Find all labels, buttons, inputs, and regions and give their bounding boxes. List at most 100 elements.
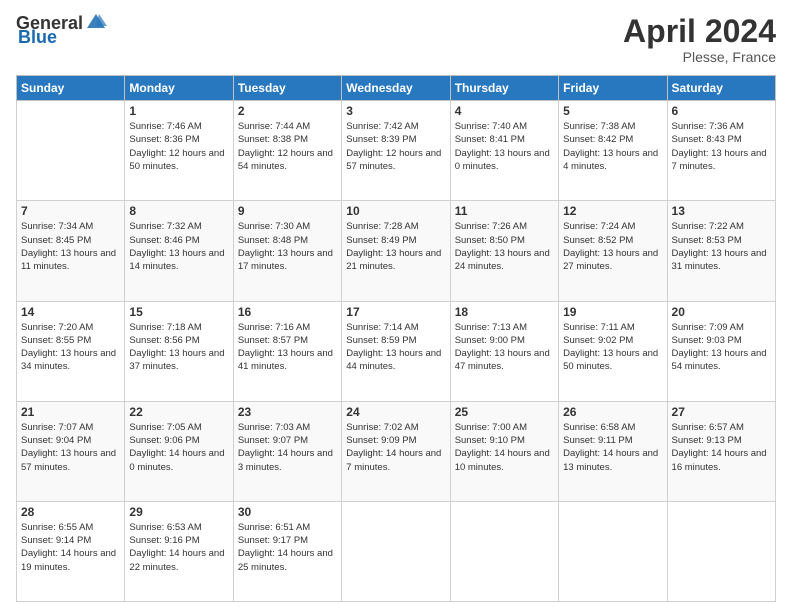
day-number: 17 <box>346 305 445 319</box>
day-info: Sunrise: 7:26 AMSunset: 8:50 PMDaylight:… <box>455 220 554 273</box>
week-row-1: 1 Sunrise: 7:46 AMSunset: 8:36 PMDaylight… <box>17 101 776 201</box>
day-info: Sunrise: 7:13 AMSunset: 9:00 PMDaylight:… <box>455 321 554 374</box>
header-row: SundayMondayTuesdayWednesdayThursdayFrid… <box>17 76 776 101</box>
day-number: 8 <box>129 204 228 218</box>
day-number: 5 <box>563 104 662 118</box>
calendar-cell: 16 Sunrise: 7:16 AMSunset: 8:57 PMDayligh… <box>233 301 341 401</box>
calendar-cell: 6 Sunrise: 7:36 AMSunset: 8:43 PMDaylight… <box>667 101 775 201</box>
day-header-friday: Friday <box>559 76 667 101</box>
day-number: 24 <box>346 405 445 419</box>
calendar-cell: 4 Sunrise: 7:40 AMSunset: 8:41 PMDaylight… <box>450 101 558 201</box>
calendar-cell: 1 Sunrise: 7:46 AMSunset: 8:36 PMDaylight… <box>125 101 233 201</box>
calendar-cell: 29 Sunrise: 6:53 AMSunset: 9:16 PMDayligh… <box>125 501 233 601</box>
calendar-cell <box>342 501 450 601</box>
week-row-2: 7Sunrise: 7:34 AMSunset: 8:45 PMDaylight… <box>17 201 776 301</box>
day-number: 27 <box>672 405 771 419</box>
day-info: Sunrise: 7:42 AMSunset: 8:39 PMDaylight:… <box>346 120 445 173</box>
day-info: Sunrise: 7:24 AMSunset: 8:52 PMDaylight:… <box>563 220 662 273</box>
day-info: Sunrise: 7:30 AMSunset: 8:48 PMDaylight:… <box>238 220 337 273</box>
page: General Blue April 2024 Plesse, France S… <box>0 0 792 612</box>
calendar-cell: 5Sunrise: 7:38 AMSunset: 8:42 PMDaylight… <box>559 101 667 201</box>
month-title: April 2024 <box>623 14 776 49</box>
day-number: 2 <box>238 104 337 118</box>
calendar-cell <box>450 501 558 601</box>
calendar-cell: 14Sunrise: 7:20 AMSunset: 8:55 PMDayligh… <box>17 301 125 401</box>
day-info: Sunrise: 7:36 AMSunset: 8:43 PMDaylight:… <box>672 120 771 173</box>
day-number: 15 <box>129 305 228 319</box>
calendar-cell: 19 Sunrise: 7:11 AMSunset: 9:02 PMDayligh… <box>559 301 667 401</box>
calendar-cell: 30Sunrise: 6:51 AMSunset: 9:17 PMDayligh… <box>233 501 341 601</box>
day-info: Sunrise: 7:28 AMSunset: 8:49 PMDaylight:… <box>346 220 445 273</box>
calendar-cell: 22Sunrise: 7:05 AMSunset: 9:06 PMDayligh… <box>125 401 233 501</box>
day-info: Sunrise: 7:44 AMSunset: 8:38 PMDaylight:… <box>238 120 337 173</box>
day-number: 29 <box>129 505 228 519</box>
day-number: 19 <box>563 305 662 319</box>
day-info: Sunrise: 7:20 AMSunset: 8:55 PMDaylight:… <box>21 321 120 374</box>
day-info: Sunrise: 7:07 AMSunset: 9:04 PMDaylight:… <box>21 421 120 474</box>
day-info: Sunrise: 7:34 AMSunset: 8:45 PMDaylight:… <box>21 220 120 273</box>
day-number: 9 <box>238 204 337 218</box>
day-header-saturday: Saturday <box>667 76 775 101</box>
week-row-4: 21 Sunrise: 7:07 AMSunset: 9:04 PMDayligh… <box>17 401 776 501</box>
day-info: Sunrise: 6:55 AMSunset: 9:14 PMDaylight:… <box>21 521 120 574</box>
calendar-cell: 20Sunrise: 7:09 AMSunset: 9:03 PMDayligh… <box>667 301 775 401</box>
day-info: Sunrise: 7:40 AMSunset: 8:41 PMDaylight:… <box>455 120 554 173</box>
day-header-tuesday: Tuesday <box>233 76 341 101</box>
day-number: 12 <box>563 204 662 218</box>
day-number: 18 <box>455 305 554 319</box>
calendar-cell: 11Sunrise: 7:26 AMSunset: 8:50 PMDayligh… <box>450 201 558 301</box>
calendar-cell <box>559 501 667 601</box>
calendar-table: SundayMondayTuesdayWednesdayThursdayFrid… <box>16 75 776 602</box>
calendar-cell: 24 Sunrise: 7:02 AMSunset: 9:09 PMDayligh… <box>342 401 450 501</box>
day-info: Sunrise: 7:11 AMSunset: 9:02 PMDaylight:… <box>563 321 662 374</box>
calendar-cell: 9 Sunrise: 7:30 AMSunset: 8:48 PMDaylight… <box>233 201 341 301</box>
header: General Blue April 2024 Plesse, France <box>16 14 776 65</box>
day-info: Sunrise: 7:02 AMSunset: 9:09 PMDaylight:… <box>346 421 445 474</box>
location-subtitle: Plesse, France <box>623 49 776 65</box>
day-info: Sunrise: 6:58 AMSunset: 9:11 PMDaylight:… <box>563 421 662 474</box>
day-number: 25 <box>455 405 554 419</box>
day-info: Sunrise: 7:32 AMSunset: 8:46 PMDaylight:… <box>129 220 228 273</box>
day-header-wednesday: Wednesday <box>342 76 450 101</box>
day-info: Sunrise: 7:14 AMSunset: 8:59 PMDaylight:… <box>346 321 445 374</box>
calendar-cell: 21 Sunrise: 7:07 AMSunset: 9:04 PMDayligh… <box>17 401 125 501</box>
day-info: Sunrise: 7:03 AMSunset: 9:07 PMDaylight:… <box>238 421 337 474</box>
calendar-cell: 18 Sunrise: 7:13 AMSunset: 9:00 PMDayligh… <box>450 301 558 401</box>
day-header-sunday: Sunday <box>17 76 125 101</box>
calendar-cell: 13 Sunrise: 7:22 AMSunset: 8:53 PMDayligh… <box>667 201 775 301</box>
day-number: 23 <box>238 405 337 419</box>
day-number: 10 <box>346 204 445 218</box>
day-number: 1 <box>129 104 228 118</box>
calendar-cell: 25Sunrise: 7:00 AMSunset: 9:10 PMDayligh… <box>450 401 558 501</box>
day-info: Sunrise: 6:53 AMSunset: 9:16 PMDaylight:… <box>129 521 228 574</box>
logo-blue-text: Blue <box>18 28 57 46</box>
calendar-cell: 2 Sunrise: 7:44 AMSunset: 8:38 PMDaylight… <box>233 101 341 201</box>
calendar-cell: 23 Sunrise: 7:03 AMSunset: 9:07 PMDayligh… <box>233 401 341 501</box>
title-block: April 2024 Plesse, France <box>623 14 776 65</box>
calendar-cell: 27Sunrise: 6:57 AMSunset: 9:13 PMDayligh… <box>667 401 775 501</box>
calendar-cell: 7Sunrise: 7:34 AMSunset: 8:45 PMDaylight… <box>17 201 125 301</box>
day-number: 4 <box>455 104 554 118</box>
day-info: Sunrise: 7:16 AMSunset: 8:57 PMDaylight:… <box>238 321 337 374</box>
week-row-5: 28Sunrise: 6:55 AMSunset: 9:14 PMDayligh… <box>17 501 776 601</box>
week-row-3: 14Sunrise: 7:20 AMSunset: 8:55 PMDayligh… <box>17 301 776 401</box>
calendar-cell: 12 Sunrise: 7:24 AMSunset: 8:52 PMDayligh… <box>559 201 667 301</box>
day-info: Sunrise: 7:05 AMSunset: 9:06 PMDaylight:… <box>129 421 228 474</box>
logo: General Blue <box>16 14 107 46</box>
calendar-cell: 8 Sunrise: 7:32 AMSunset: 8:46 PMDaylight… <box>125 201 233 301</box>
day-number: 3 <box>346 104 445 118</box>
calendar-cell: 10 Sunrise: 7:28 AMSunset: 8:49 PMDayligh… <box>342 201 450 301</box>
logo-icon <box>85 12 107 32</box>
day-number: 20 <box>672 305 771 319</box>
day-info: Sunrise: 7:46 AMSunset: 8:36 PMDaylight:… <box>129 120 228 173</box>
day-number: 21 <box>21 405 120 419</box>
day-number: 16 <box>238 305 337 319</box>
day-number: 13 <box>672 204 771 218</box>
day-info: Sunrise: 7:18 AMSunset: 8:56 PMDaylight:… <box>129 321 228 374</box>
calendar-cell: 26Sunrise: 6:58 AMSunset: 9:11 PMDayligh… <box>559 401 667 501</box>
calendar-cell <box>17 101 125 201</box>
day-header-monday: Monday <box>125 76 233 101</box>
day-header-thursday: Thursday <box>450 76 558 101</box>
day-info: Sunrise: 7:22 AMSunset: 8:53 PMDaylight:… <box>672 220 771 273</box>
day-number: 6 <box>672 104 771 118</box>
